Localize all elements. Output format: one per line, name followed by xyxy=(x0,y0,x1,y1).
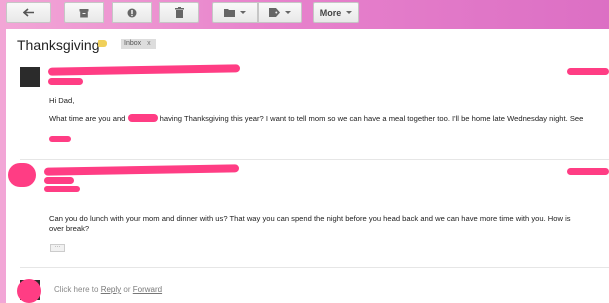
forward-link[interactable]: Forward xyxy=(133,285,162,294)
redacted-avatar xyxy=(8,163,36,187)
redacted-user-avatar xyxy=(17,279,41,303)
label-tag-icon xyxy=(269,8,280,17)
back-arrow-icon xyxy=(22,8,34,17)
toolbar: More xyxy=(0,0,609,26)
redacted-name xyxy=(127,114,158,122)
important-marker-icon[interactable] xyxy=(98,40,107,47)
message-body-continued: over break? xyxy=(49,224,90,233)
labels-button[interactable] xyxy=(258,2,302,23)
move-to-button[interactable] xyxy=(212,2,258,23)
report-spam-icon xyxy=(127,8,137,17)
report-spam-button[interactable] xyxy=(112,2,152,23)
chevron-down-icon xyxy=(346,11,353,14)
message-body-start: What time are you and xyxy=(49,114,126,123)
reply-link[interactable]: Reply xyxy=(101,285,121,294)
back-button[interactable] xyxy=(6,2,51,23)
inbox-label-text: Inbox xyxy=(124,40,142,47)
more-label: More xyxy=(319,7,342,18)
redacted-sender-detail xyxy=(44,186,80,192)
thread-subject: Thanksgiving xyxy=(17,37,100,53)
inbox-label-chip[interactable]: Inbox x xyxy=(121,39,156,49)
redacted-sender-name xyxy=(43,164,240,176)
redacted-timestamp xyxy=(567,68,609,75)
archive-button[interactable] xyxy=(64,2,104,23)
message-body-end: having Thanksgiving this year? I want to… xyxy=(159,114,584,123)
remove-label-icon[interactable]: x xyxy=(147,39,151,49)
delete-button[interactable] xyxy=(159,2,199,23)
message-greeting: Hi Dad, xyxy=(49,96,75,105)
redacted-timestamp xyxy=(567,168,609,175)
folder-icon xyxy=(224,9,235,17)
redacted-sender-detail xyxy=(48,78,83,85)
message-divider xyxy=(20,267,609,268)
archive-icon xyxy=(79,8,89,17)
sender-avatar xyxy=(20,67,40,87)
redacted-sender-name xyxy=(47,64,241,76)
more-button[interactable]: More xyxy=(313,2,359,23)
reply-middle: or xyxy=(123,285,131,294)
conversation-panel: Thanksgiving Inbox x Hi Dad, What time a… xyxy=(6,29,609,303)
redacted-sender-detail xyxy=(44,177,74,184)
redacted-signature xyxy=(49,136,71,142)
message-body: Can you do lunch with your mom and dinne… xyxy=(49,214,571,223)
chevron-down-icon xyxy=(285,11,291,14)
show-trimmed-content-button[interactable]: ··· xyxy=(50,244,65,252)
chevron-down-icon xyxy=(240,11,246,14)
trash-icon xyxy=(174,7,184,18)
message-divider xyxy=(20,159,609,160)
reply-prefix: Click here to xyxy=(54,285,99,294)
reply-prompt[interactable]: Click here to Reply or Forward xyxy=(54,285,162,294)
message-body: What time are you and having Thanksgivin… xyxy=(49,114,583,124)
